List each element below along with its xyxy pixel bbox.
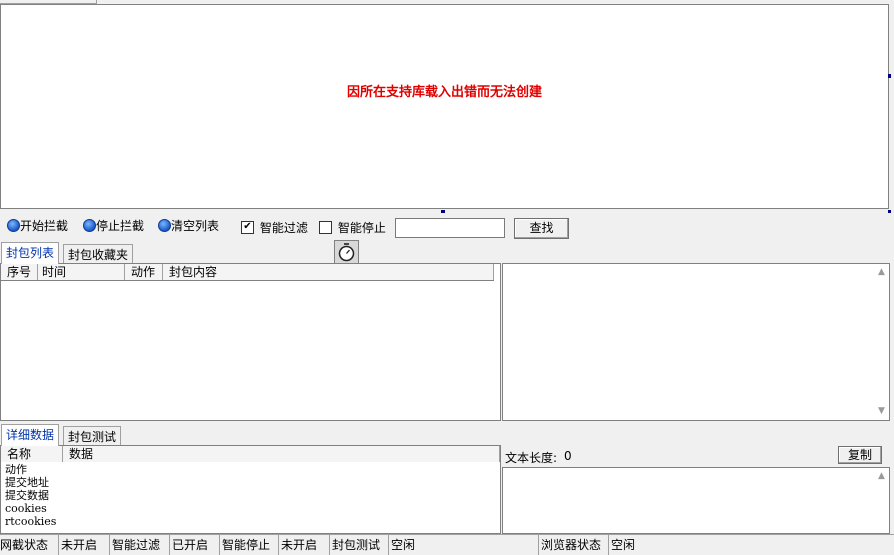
status-filter-value: 已开启 (170, 535, 220, 555)
status-capture-label: 网截状态 (0, 535, 59, 555)
tab-packet-favorites[interactable]: 封包收藏夹 (63, 244, 134, 264)
start-capture-button[interactable]: 开始拦截 (7, 217, 68, 235)
list-item[interactable]: cookies (1, 502, 500, 515)
status-browser-value: 空闲 (611, 538, 636, 552)
search-button[interactable]: 查找 (514, 218, 569, 239)
clear-icon (158, 219, 171, 232)
list-item[interactable]: rtcookies (1, 515, 500, 528)
tab-packet-test[interactable]: 封包测试 (63, 426, 122, 446)
column-header-time[interactable]: 时间 (38, 264, 125, 280)
status-stop-label: 智能停止 (220, 535, 279, 555)
smart-stop-checkbox[interactable]: 智能停止 (319, 219, 386, 235)
list-item[interactable]: 提交数据 (1, 489, 500, 502)
packet-list-table[interactable]: 序号 时间 动作 封包内容 (0, 263, 501, 421)
status-browser-label: 浏览器状态 (539, 535, 609, 555)
tab-packet-list[interactable]: 封包列表 (1, 242, 60, 264)
browser-panel: 因所在支持库载入出错而无法创建 (0, 4, 889, 209)
status-capture-value: 未开启 (59, 535, 110, 555)
stopwatch-button[interactable] (334, 240, 359, 264)
search-input[interactable] (395, 218, 505, 238)
packet-content-pane[interactable]: ▲ ▼ (502, 263, 890, 421)
column-header-data[interactable]: 数据 (63, 446, 500, 462)
status-filter-label: 智能过滤 (110, 535, 170, 555)
detail-data-table[interactable]: 名称 数据 动作 提交地址 提交数据 cookies rtcookies (0, 445, 501, 534)
clear-list-button[interactable]: 清空列表 (158, 217, 219, 235)
detail-table-header: 名称 数据 (1, 446, 500, 462)
list-item[interactable]: 提交地址 (1, 476, 500, 489)
status-stop-value: 未开启 (279, 535, 330, 555)
splitter-handle-corner[interactable] (888, 210, 891, 213)
tab-detail-data[interactable]: 详细数据 (1, 424, 60, 446)
splitter-handle-bottom[interactable] (441, 210, 445, 213)
column-header-name[interactable]: 名称 (1, 446, 63, 462)
packet-table-header: 序号 时间 动作 封包内容 (1, 264, 494, 281)
checkbox-unchecked (319, 221, 332, 234)
status-test-value: 空闲 (389, 535, 539, 555)
error-message: 因所在支持库载入出错而无法创建 (346, 85, 542, 100)
text-length-value: 0 (564, 449, 572, 463)
smart-filter-checkbox[interactable]: ✔ 智能过滤 (241, 219, 308, 235)
column-header-index[interactable]: 序号 (1, 264, 38, 280)
scroll-up-arrow[interactable]: ▲ (877, 268, 886, 277)
scroll-up-arrow[interactable]: ▲ (877, 472, 886, 481)
detail-text-pane[interactable]: ▲ (502, 467, 890, 534)
copy-button[interactable]: 复制 (838, 446, 882, 464)
list-item[interactable]: 动作 (1, 463, 500, 476)
stop-capture-button[interactable]: 停止拦截 (83, 217, 144, 235)
text-length-bar: 文本长度: 0 复制 (502, 446, 890, 466)
scroll-down-arrow[interactable]: ▼ (877, 407, 886, 416)
status-bar: 网截状态 未开启 智能过滤 已开启 智能停止 未开启 封包测试 空闲 浏览器状态… (0, 534, 894, 555)
checkbox-checked: ✔ (241, 221, 254, 234)
column-header-content[interactable]: 封包内容 (163, 264, 494, 280)
play-icon (7, 219, 20, 232)
text-length-label: 文本长度: (505, 451, 558, 465)
column-header-action[interactable]: 动作 (125, 264, 163, 280)
splitter-handle-right[interactable] (888, 74, 891, 78)
status-test-label: 封包测试 (330, 535, 389, 555)
stop-icon (83, 219, 96, 232)
stopwatch-icon (338, 243, 355, 262)
detail-rows: 动作 提交地址 提交数据 cookies rtcookies (1, 463, 500, 528)
